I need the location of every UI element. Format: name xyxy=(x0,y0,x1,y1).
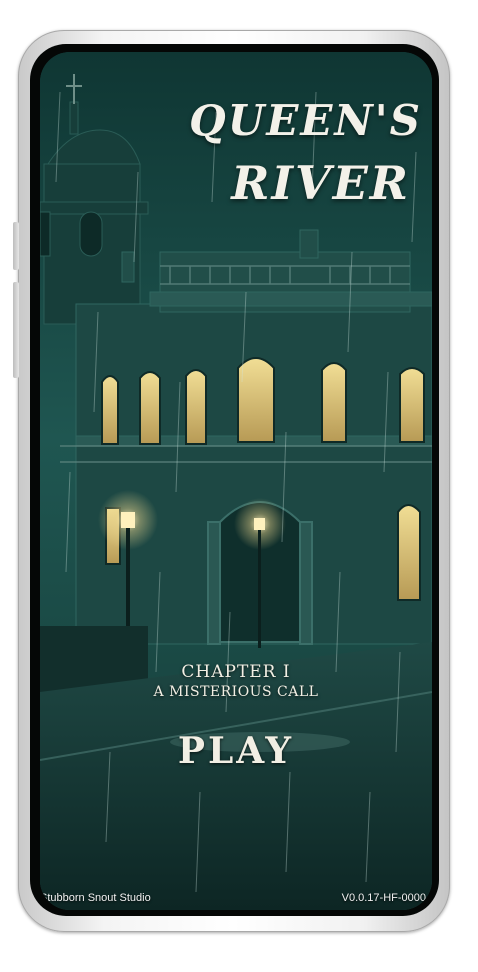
chapter-label: CHAPTER I xyxy=(181,662,291,682)
play-button[interactable]: PLAY xyxy=(40,730,432,772)
studio-credit: Stubborn Snout Studio xyxy=(40,892,151,904)
game-title-line1: QUEEN'S xyxy=(189,96,422,145)
game-screen: QUEEN'S RIVER CHAPTER I A MISTERIOUS CAL… xyxy=(40,52,432,910)
game-title-line2: RIVER xyxy=(231,156,410,210)
chapter-subtitle: A MISTERIOUS CALL xyxy=(153,684,319,700)
version-label: V0.0.17-HF-0000 xyxy=(341,892,426,904)
volume-button xyxy=(13,222,19,270)
power-button xyxy=(13,282,19,378)
